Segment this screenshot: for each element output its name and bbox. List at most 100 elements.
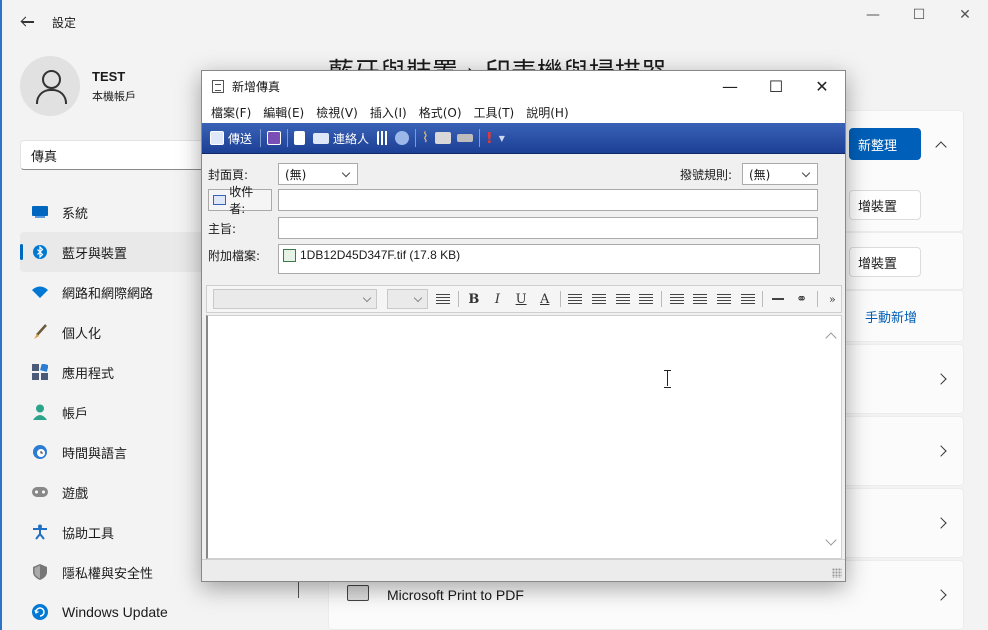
settings-search-input[interactable]: 傳真 [20, 140, 220, 170]
subject-label: 主旨: [208, 221, 237, 236]
menu-view[interactable]: 檢視(V) [311, 104, 363, 121]
insert-link-icon[interactable]: ⚭ [793, 290, 811, 308]
dial-rule-select[interactable]: (無) [742, 163, 818, 185]
chevron-right-icon [935, 373, 947, 385]
font-size-select[interactable] [387, 289, 429, 309]
new-fax-window: 新增傳真 — ☐ ✕ 檔案(F) 編輯(E) 檢視(V) 插入(I) 格式(O)… [201, 70, 846, 582]
font-family-select[interactable] [213, 289, 378, 309]
menu-file[interactable]: 檔案(F) [206, 104, 256, 121]
person-icon [32, 404, 48, 420]
menu-format[interactable]: 格式(O) [414, 104, 467, 121]
underline-icon[interactable]: U [512, 290, 530, 308]
profile-account-type: 本機帳戶 [92, 89, 136, 103]
insert-page-icon[interactable] [456, 134, 473, 142]
settings-sidebar: 系統 藍牙與裝置 網路和網際網路 個人化 應用程式 帳戶 時間與語言 遊戲 協助… [20, 192, 210, 630]
sidebar-item-windows-update[interactable]: Windows Update [20, 592, 210, 630]
overflow-chevron-icon[interactable]: » [824, 290, 842, 308]
globe-clock-icon [32, 444, 48, 460]
align-right-icon[interactable] [715, 290, 733, 308]
menu-tools[interactable]: 工具(T) [469, 104, 520, 121]
insert-picture-icon[interactable] [434, 132, 451, 144]
sidebar-item-label: Windows Update [62, 604, 168, 620]
recipient-label: 收件者: [229, 185, 254, 216]
toolbar-separator [287, 129, 289, 147]
cover-page-select[interactable]: (無) [278, 163, 358, 185]
sidebar-item-system[interactable]: 系統 [20, 192, 210, 232]
user-profile[interactable]: TEST 本機帳戶 [20, 56, 136, 116]
sidebar-item-apps[interactable]: 應用程式 [20, 352, 210, 392]
shield-icon [32, 564, 48, 580]
scroll-up-icon[interactable] [825, 332, 837, 344]
toolbar-separator [660, 291, 662, 307]
priority-icon[interactable]: ! [486, 129, 493, 147]
settings-title: 設定 [52, 15, 77, 30]
attachment-row: 附加檔案: 1DB12D45D347F.tif (17.8 KB) [208, 244, 820, 274]
back-arrow-icon[interactable] [20, 15, 34, 29]
message-body-editor[interactable] [206, 315, 842, 559]
bluetooth-icon [32, 244, 48, 260]
chevron-down-icon[interactable]: ▼ [499, 134, 505, 143]
sidebar-item-network[interactable]: 網路和網際網路 [20, 272, 210, 312]
attachment-box[interactable]: 1DB12D45D347F.tif (17.8 KB) [278, 244, 820, 274]
increase-indent-icon[interactable] [637, 290, 655, 308]
sidebar-item-label: 時間與語言 [62, 446, 128, 462]
recipient-row: 收件者: [208, 185, 818, 216]
sidebar-item-privacy[interactable]: 隱私權與安全性 [20, 552, 210, 592]
paragraph-style-icon[interactable] [434, 290, 452, 308]
send-button[interactable]: 傳送 [208, 128, 254, 149]
justify-icon[interactable] [739, 290, 757, 308]
sidebar-item-gaming[interactable]: 遊戲 [20, 472, 210, 512]
close-icon[interactable]: ✕ [799, 71, 845, 101]
wifi-icon [32, 284, 48, 300]
sidebar-item-bluetooth[interactable]: 藍牙與裝置 [20, 232, 210, 272]
horizontal-line-icon[interactable] [769, 290, 787, 308]
add-device-button[interactable]: 增裝置 [849, 190, 921, 220]
update-icon [32, 604, 48, 620]
paperclip-icon[interactable]: ⌇ [422, 130, 429, 146]
sidebar-item-personalization[interactable]: 個人化 [20, 312, 210, 352]
toolbar-separator [559, 291, 561, 307]
subject-input[interactable] [278, 217, 818, 239]
font-color-icon[interactable]: A [536, 290, 554, 308]
sidebar-item-time-language[interactable]: 時間與語言 [20, 432, 210, 472]
scan-icon[interactable] [395, 131, 410, 145]
toolbar-separator [762, 291, 764, 307]
align-left-icon[interactable] [668, 290, 686, 308]
menu-help[interactable]: 說明(H) [521, 104, 573, 121]
recipient-input[interactable] [278, 189, 818, 211]
sidebar-item-accounts[interactable]: 帳戶 [20, 392, 210, 432]
cover-page-icon[interactable] [294, 131, 306, 145]
decrease-indent-icon[interactable] [614, 290, 632, 308]
format-toolbar: B I U A ⚭ » [206, 285, 842, 313]
maximize-icon[interactable]: ☐ [896, 0, 942, 30]
maximize-icon[interactable]: ☐ [753, 71, 799, 101]
minimize-icon[interactable]: — [850, 0, 896, 30]
recipient-button[interactable]: 收件者: [208, 185, 272, 216]
resize-grip-icon[interactable] [832, 568, 842, 578]
minimize-icon[interactable]: — [707, 71, 753, 101]
menu-insert[interactable]: 插入(I) [365, 104, 412, 121]
numbered-list-icon[interactable] [566, 290, 584, 308]
add-device-button-2[interactable]: 增裝置 [849, 247, 921, 277]
refresh-button[interactable]: 新整理 [849, 128, 921, 160]
bullet-list-icon[interactable] [590, 290, 608, 308]
attachment-label: 附加檔案: [208, 249, 261, 263]
menu-edit[interactable]: 編輯(E) [258, 104, 309, 121]
sidebar-item-label: 藍牙與裝置 [62, 246, 128, 262]
bold-icon[interactable]: B [465, 290, 483, 308]
sidebar-item-label: 網路和網際網路 [62, 286, 154, 302]
attachment-file[interactable]: 1DB12D45D347F.tif (17.8 KB) [300, 248, 460, 262]
italic-icon[interactable]: I [489, 290, 507, 308]
dial-pad-icon[interactable] [377, 131, 390, 145]
align-center-icon[interactable] [692, 290, 710, 308]
save-icon[interactable] [267, 131, 282, 145]
contacts-label: 連絡人 [333, 131, 370, 146]
manual-add-link[interactable]: 手動新增 [865, 307, 917, 326]
chevron-up-icon[interactable] [935, 141, 947, 153]
contacts-button[interactable]: 連絡人 [311, 128, 371, 149]
close-icon[interactable]: ✕ [942, 0, 988, 30]
scroll-down-icon[interactable] [825, 534, 837, 546]
sidebar-item-accessibility[interactable]: 協助工具 [20, 512, 210, 552]
contact-card-icon [213, 195, 227, 205]
cover-page-label: 封面頁: [208, 167, 249, 182]
